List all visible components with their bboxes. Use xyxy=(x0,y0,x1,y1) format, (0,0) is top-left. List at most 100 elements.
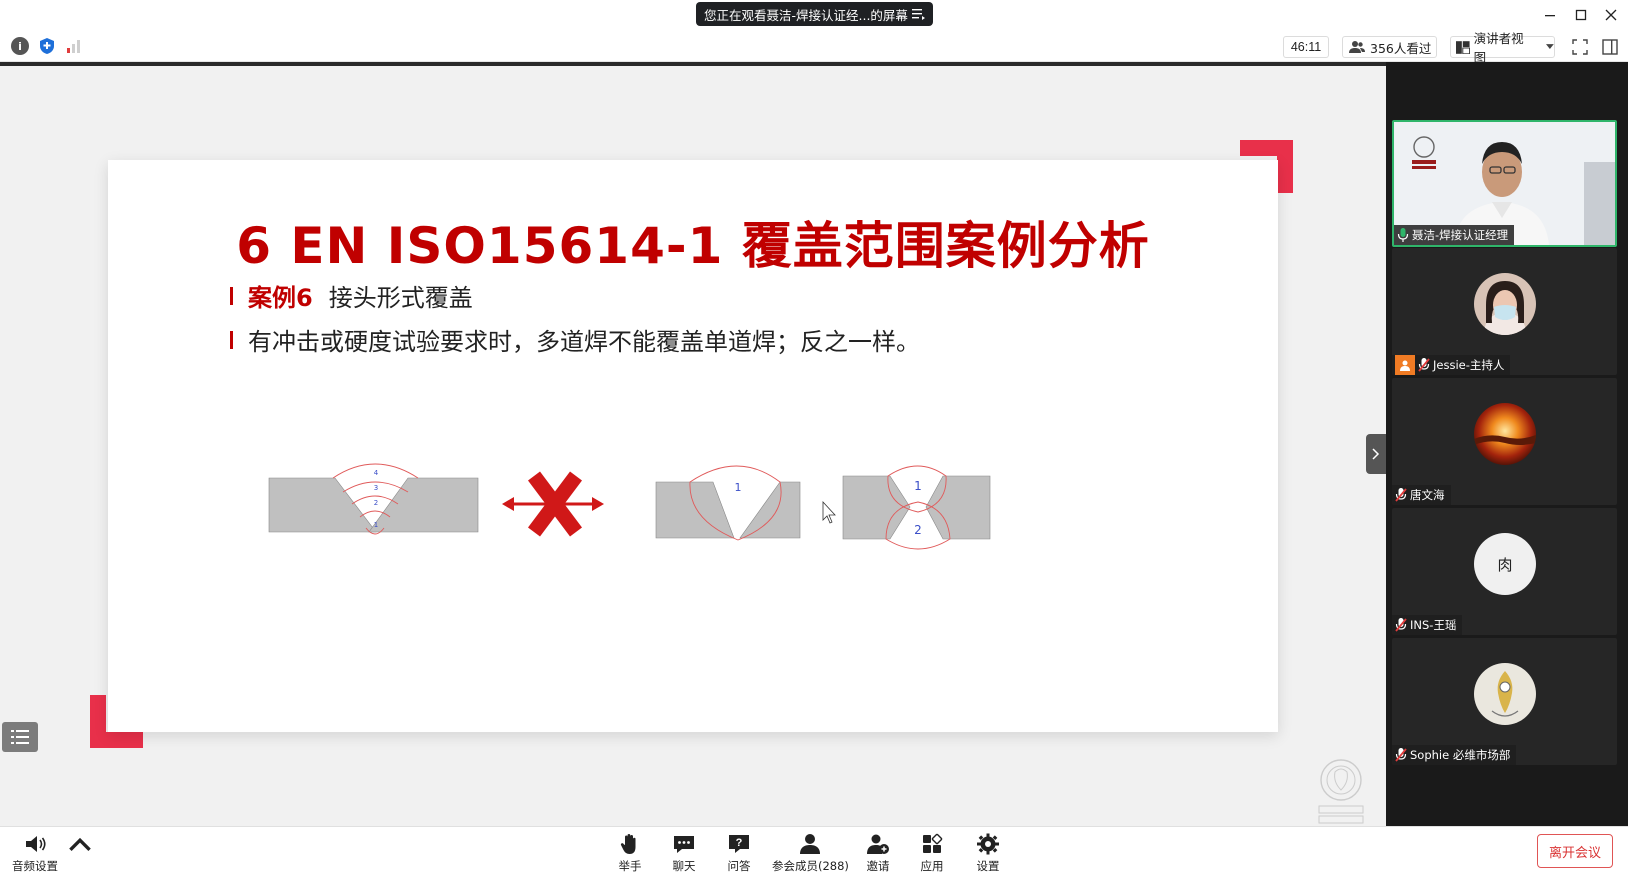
participants-button[interactable]: 参会成员(288) xyxy=(772,833,849,874)
slide-bullet-1: 案例6 接头形式覆盖 xyxy=(230,278,473,313)
slide-title: 6 EN ISO15614-1 覆盖范围案例分析 xyxy=(236,217,1150,275)
viewers-count-button[interactable]: 356人看过 xyxy=(1342,36,1437,58)
raise-hand-button[interactable]: 举手 xyxy=(618,833,642,874)
view-mode-dropdown[interactable]: 演讲者视图 xyxy=(1450,31,1555,65)
maximize-button[interactable] xyxy=(1570,4,1592,26)
participant-tile[interactable]: 肉 INS-王瑶 xyxy=(1392,508,1617,635)
bullet-marker xyxy=(230,330,233,349)
microphone-muted-icon xyxy=(1395,618,1407,632)
audio-settings-label: 音频设置 xyxy=(12,859,58,873)
avatar xyxy=(1474,663,1536,725)
top-toolbar: i 46:11 356人看过 演讲者视图 xyxy=(0,31,1628,65)
bottom-toolbar: 音频设置 举手 聊天 ? 问答 参会成员(288) 邀请 应用 设置 离开会议 xyxy=(0,826,1628,879)
pass-label: 1 xyxy=(374,521,378,529)
case-tag: 案例6 xyxy=(248,284,313,312)
chat-button[interactable]: 聊天 xyxy=(672,833,696,874)
leave-meeting-button[interactable]: 离开会议 xyxy=(1537,834,1613,868)
info-icon[interactable]: i xyxy=(11,37,29,55)
chevron-down-icon xyxy=(1546,44,1554,49)
slide: 6 EN ISO15614-1 覆盖范围案例分析 案例6 接头形式覆盖 有冲击或… xyxy=(108,160,1278,732)
participant-tile[interactable]: 聂洁-焊接认证经理 xyxy=(1392,120,1617,247)
participant-name-tag: 聂洁-焊接认证经理 xyxy=(1394,225,1515,245)
weld-joint-diagram: 4 3 2 1 1 1 2 xyxy=(268,463,991,550)
apps-label: 应用 xyxy=(920,859,944,873)
meeting-timer: 46:11 xyxy=(1283,36,1329,58)
minimize-icon xyxy=(1545,15,1555,17)
participants-label: 参会成员(288) xyxy=(772,859,849,873)
apps-button[interactable]: 应用 xyxy=(920,833,944,874)
close-icon xyxy=(1605,9,1617,21)
participant-name: INS-王瑶 xyxy=(1410,618,1457,632)
microphone-muted-icon xyxy=(1418,358,1430,372)
invite-label: 邀请 xyxy=(866,859,890,873)
qa-label: 问答 xyxy=(727,859,751,873)
chevron-up-icon[interactable] xyxy=(68,834,92,856)
participant-tile[interactable]: 唐文海 xyxy=(1392,378,1617,505)
single-pass-weld: 1 xyxy=(655,465,801,541)
settings-button[interactable]: 设置 xyxy=(976,833,1000,874)
not-covered-cross-icon xyxy=(502,471,604,537)
menu-icon[interactable] xyxy=(912,7,925,20)
participant-tile[interactable]: Sophie 必维市场部 xyxy=(1392,638,1617,765)
settings-label: 设置 xyxy=(976,859,1000,873)
window-title: 您正在观看聂洁-焊接认证经...的屏幕 xyxy=(704,7,908,23)
bullet-text: 接头形式覆盖 xyxy=(328,284,473,312)
avatar xyxy=(1474,403,1536,465)
chat-label: 聊天 xyxy=(672,859,696,873)
pass-label: 2 xyxy=(914,523,922,537)
bureau-veritas-logo xyxy=(1318,759,1364,824)
bullet-text: 有冲击或硬度试验要求时，多道焊不能覆盖单道焊；反之一样。 xyxy=(248,328,920,356)
participant-name-tag: INS-王瑶 xyxy=(1392,615,1463,635)
signal-icon[interactable] xyxy=(65,37,83,55)
close-button[interactable] xyxy=(1600,4,1622,26)
host-icon xyxy=(1395,355,1415,375)
participant-tile[interactable]: Jessie-主持人 xyxy=(1392,248,1617,375)
avatar xyxy=(1474,273,1536,335)
chevron-right-icon xyxy=(1372,448,1380,460)
invite-icon xyxy=(867,834,889,854)
viewers-label: 356人看过 xyxy=(1370,40,1432,56)
slide-bullet-2: 有冲击或硬度试验要求时，多道焊不能覆盖单道焊；反之一样。 xyxy=(230,322,920,357)
minimize-button[interactable] xyxy=(1539,4,1561,26)
microphone-muted-icon xyxy=(1395,748,1407,762)
speaker-icon xyxy=(26,836,46,852)
bullet-marker xyxy=(230,286,233,305)
participant-name: 聂洁-焊接认证经理 xyxy=(1412,228,1509,242)
multi-pass-weld: 4 3 2 1 xyxy=(268,463,479,535)
video-panel: 聂洁-焊接认证经理 Jessie-主持人 唐文海 肉 INS-王瑶 Sophie… xyxy=(1386,62,1628,826)
shared-screen[interactable]: 6 EN ISO15614-1 覆盖范围案例分析 案例6 接头形式覆盖 有冲击或… xyxy=(0,66,1386,826)
qa-button[interactable]: ? 问答 xyxy=(727,833,751,874)
qa-icon: ? xyxy=(729,835,749,853)
apps-icon xyxy=(923,833,943,853)
shield-icon[interactable] xyxy=(38,37,56,55)
people-icon xyxy=(1349,41,1365,53)
sidebar-toggle-button[interactable] xyxy=(1600,37,1620,57)
audio-settings-button[interactable]: 音频设置 xyxy=(12,833,92,874)
list-icon xyxy=(11,730,29,744)
expand-panel-button[interactable] xyxy=(1366,434,1386,474)
pass-label: 3 xyxy=(374,484,378,492)
mouse-cursor-icon xyxy=(822,500,836,524)
svg-text:?: ? xyxy=(736,837,743,849)
layout-icon xyxy=(1456,40,1470,54)
participant-name: Jessie-主持人 xyxy=(1433,358,1505,372)
fullscreen-icon xyxy=(1572,39,1588,55)
gear-icon xyxy=(977,833,999,855)
pass-label: 2 xyxy=(374,499,378,507)
pass-label: 1 xyxy=(735,481,742,494)
raise-hand-icon xyxy=(620,834,636,854)
slide-list-button[interactable] xyxy=(2,722,38,752)
sidebar-icon xyxy=(1602,39,1618,55)
pass-label: 1 xyxy=(914,479,922,493)
double-v-weld: 1 2 xyxy=(842,465,991,550)
title-bar: 您正在观看聂洁-焊接认证经...的屏幕 xyxy=(0,0,1628,31)
participant-name-tag: Jessie-主持人 xyxy=(1392,355,1511,375)
chat-icon xyxy=(674,836,694,853)
view-mode-label: 演讲者视图 xyxy=(1473,31,1524,65)
invite-button[interactable]: 邀请 xyxy=(866,833,890,874)
participant-name-tag: Sophie 必维市场部 xyxy=(1392,745,1517,765)
participant-name: Sophie 必维市场部 xyxy=(1410,748,1511,762)
raise-hand-label: 举手 xyxy=(618,859,642,873)
sharing-indicator[interactable]: 您正在观看聂洁-焊接认证经...的屏幕 xyxy=(696,2,933,26)
fullscreen-button[interactable] xyxy=(1570,37,1590,57)
